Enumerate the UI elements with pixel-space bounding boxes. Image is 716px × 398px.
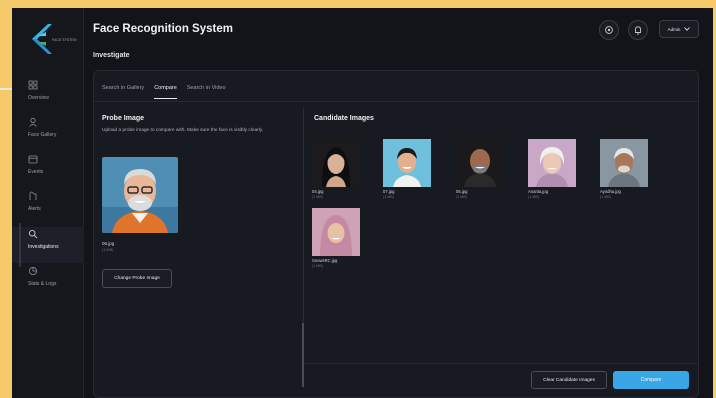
compare-button[interactable]: Compare	[613, 371, 689, 389]
probe-image	[102, 157, 178, 233]
gear-icon	[605, 26, 613, 34]
sidebar-item-label: Alerts	[28, 206, 41, 212]
page-title: Face Recognition System	[93, 23, 233, 35]
tab-bar: Search in Gallery Compare Search in Vide…	[102, 79, 226, 99]
chevron-down-icon	[684, 27, 691, 31]
section-title: Investigate	[93, 52, 130, 59]
sidebar-item-label: Stats & Logs	[28, 281, 57, 287]
sidebar-item-stats-logs[interactable]: Stats & Logs	[12, 264, 84, 300]
sidebar-item-investigations[interactable]: Investigations	[12, 223, 84, 267]
candidate-item[interactable]: 07.jpg (1 MB)	[383, 139, 431, 199]
sidebar-item-label: Events	[28, 169, 44, 175]
logo-text: FACE SYSTEM	[52, 38, 77, 42]
sidebar-item-label: Face Gallery	[28, 132, 57, 138]
candidate-file-name: 07.jpg	[383, 189, 395, 194]
candidate-file-name: 05.jpg	[456, 189, 468, 194]
candidate-file-size: (1 MB)	[528, 195, 539, 199]
alert-icon	[29, 191, 37, 200]
tab-search-in-video[interactable]: Search in Video	[187, 79, 226, 99]
sidebar-item-label: Overview	[28, 95, 49, 101]
candidate-item[interactable]: 04.jpg (1 MB)	[312, 139, 360, 199]
candidate-image	[312, 139, 360, 187]
candidate-file-size: (1 MB)	[456, 195, 467, 199]
tabs-divider	[94, 101, 698, 102]
search-icon	[28, 229, 38, 239]
sidebar-item-face-gallery[interactable]: Face Gallery	[12, 115, 84, 151]
probe-file-name: 06.jpg	[102, 241, 115, 246]
change-probe-button[interactable]: Change Probe Image	[102, 269, 172, 288]
investigate-panel: Search in Gallery Compare Search in Vide…	[93, 70, 699, 398]
sidebar-item-alerts[interactable]: Alerts	[12, 189, 84, 225]
sidebar-item-label: Investigations	[28, 244, 59, 250]
candidate-item[interactable]: Ananta.jpg (1 MB)	[528, 139, 576, 199]
candidate-item[interactable]: SnowsRC.jpg (1 MB)	[312, 208, 360, 268]
face-icon	[29, 117, 37, 127]
app-window: FACE SYSTEM Overview Face Gallery Events	[12, 8, 713, 398]
candidate-image	[600, 139, 648, 187]
candidate-image	[528, 139, 576, 187]
tab-search-in-gallery[interactable]: Search in Gallery	[102, 79, 144, 99]
user-label: Admin	[667, 26, 681, 32]
bell-icon	[635, 26, 641, 35]
chart-icon	[29, 267, 37, 275]
candidate-file-size: (1 MB)	[600, 195, 611, 199]
candidate-file-size: (1 MB)	[383, 195, 394, 199]
tab-compare[interactable]: Compare	[154, 79, 177, 99]
sidebar: FACE SYSTEM Overview Face Gallery Events	[12, 8, 84, 398]
candidate-item[interactable]: 05.jpg (1 MB)	[456, 139, 504, 199]
notifications-button[interactable]	[628, 20, 648, 40]
app-logo	[32, 24, 52, 54]
clear-candidates-button[interactable]: Clear Candidate Images	[531, 371, 607, 389]
candidate-file-name: Ayodha.jpg	[600, 189, 621, 194]
candidates-title: Candidate Images	[314, 115, 374, 122]
grid-icon	[28, 80, 38, 90]
footer-divider	[304, 363, 698, 364]
candidate-image	[383, 139, 431, 187]
candidate-image	[456, 139, 504, 187]
candidate-file-size: (1 MB)	[312, 264, 323, 268]
probe-title: Probe Image	[102, 115, 145, 122]
resize-handle[interactable]	[302, 323, 304, 387]
candidate-file-size: (1 MB)	[312, 195, 323, 199]
candidate-file-name: Ananta.jpg	[528, 189, 549, 194]
user-menu-button[interactable]: Admin	[659, 20, 699, 38]
candidate-file-name: 04.jpg	[312, 189, 324, 194]
calendar-icon	[28, 155, 38, 164]
probe-file-size: (1 MB)	[102, 248, 114, 252]
sidebar-item-events[interactable]: Events	[12, 152, 84, 188]
candidate-item[interactable]: Ayodha.jpg (1 MB)	[600, 139, 648, 199]
probe-description: Upload a probe image to compare with. Ma…	[102, 128, 264, 133]
candidate-file-name: SnowsRC.jpg	[312, 258, 338, 263]
sidebar-item-overview[interactable]: Overview	[12, 78, 84, 114]
candidate-image	[312, 208, 360, 256]
settings-button[interactable]	[599, 20, 619, 40]
